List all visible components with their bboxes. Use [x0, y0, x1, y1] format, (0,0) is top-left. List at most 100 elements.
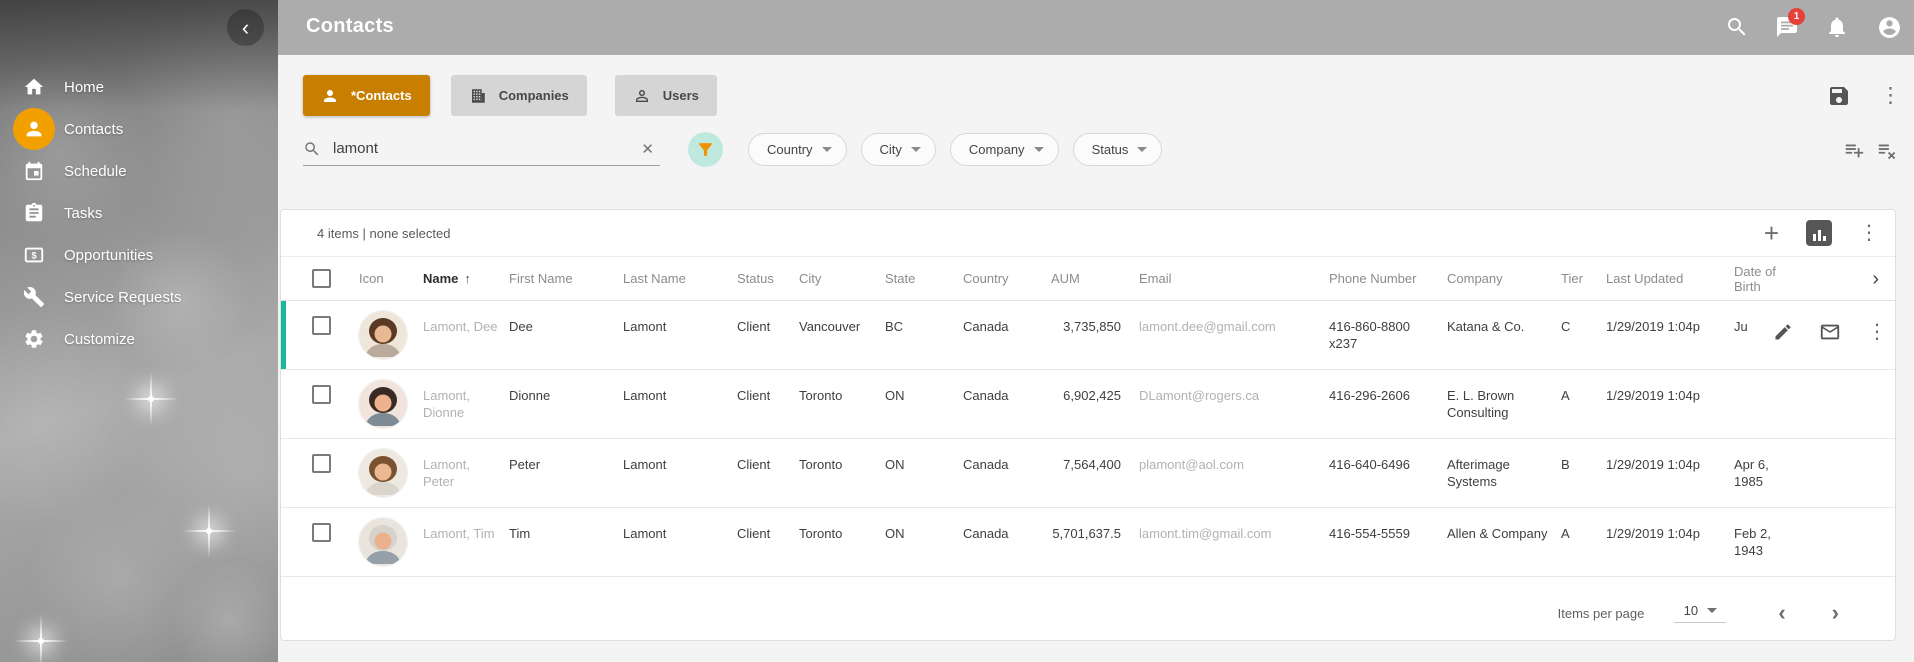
- cell-first-name: Peter: [509, 439, 623, 507]
- row-checkbox[interactable]: [312, 385, 331, 404]
- gear-icon: [22, 327, 46, 351]
- sidebar-item-customize[interactable]: Customize: [0, 318, 278, 360]
- column-header-tier[interactable]: Tier: [1561, 271, 1606, 286]
- chevron-down-icon: [822, 147, 832, 152]
- messages-icon[interactable]: 1: [1775, 15, 1799, 39]
- column-header-first-name[interactable]: First Name: [509, 271, 623, 286]
- column-header-name[interactable]: Name↑: [423, 271, 509, 286]
- chip-label: City: [880, 142, 902, 157]
- table-row[interactable]: Lamont, Tim Tim Lamont Client Toronto ON…: [281, 508, 1895, 577]
- filter-chip-company[interactable]: Company: [950, 133, 1059, 166]
- filter-chip-city[interactable]: City: [861, 133, 936, 166]
- account-icon[interactable]: [1877, 15, 1901, 39]
- sidebar-collapse-button[interactable]: ‹: [227, 9, 264, 46]
- column-header-country[interactable]: Country: [963, 271, 1051, 286]
- cell-status: Client: [737, 439, 799, 507]
- notifications-bell-icon[interactable]: [1825, 15, 1849, 39]
- column-header-icon[interactable]: Icon: [359, 271, 423, 286]
- column-header-last-name[interactable]: Last Name: [623, 271, 737, 286]
- next-page-button[interactable]: ›: [1832, 602, 1839, 624]
- svg-text:$: $: [31, 251, 36, 261]
- filter-chip-status[interactable]: Status: [1073, 133, 1163, 166]
- sidebar-item-tasks[interactable]: Tasks: [0, 192, 278, 234]
- cell-last-name: Lamont: [623, 439, 737, 507]
- chevron-left-icon: ‹: [242, 17, 249, 39]
- filter-chip-country[interactable]: Country: [748, 133, 847, 166]
- sidebar-item-label: Tasks: [64, 205, 102, 222]
- column-header-state[interactable]: State: [885, 271, 963, 286]
- table-kebab-menu-icon[interactable]: ⋮: [1859, 223, 1875, 243]
- email-envelope-icon[interactable]: [1819, 321, 1841, 343]
- filter-funnel-button[interactable]: [688, 132, 723, 167]
- chevron-down-icon: [1707, 608, 1717, 613]
- column-header-last-updated[interactable]: Last Updated: [1606, 271, 1734, 286]
- previous-page-button[interactable]: ‹: [1778, 602, 1785, 624]
- chip-label: Status: [1092, 142, 1129, 157]
- cell-city: Toronto: [799, 370, 885, 438]
- filter-chips: Country City Company Status: [748, 133, 1162, 166]
- table-header-row: Icon Name↑ First Name Last Name Status C…: [281, 257, 1895, 301]
- column-header-aum[interactable]: AUM: [1051, 271, 1139, 286]
- row-checkbox[interactable]: [312, 454, 331, 473]
- select-all-checkbox[interactable]: [312, 269, 331, 288]
- cell-company: Afterimage Systems: [1447, 439, 1561, 507]
- cell-country: Canada: [963, 439, 1051, 507]
- column-header-phone[interactable]: Phone Number: [1329, 271, 1447, 286]
- column-header-email[interactable]: Email: [1139, 271, 1329, 286]
- sidebar-item-contacts[interactable]: Contacts: [0, 108, 278, 150]
- add-contact-icon[interactable]: +: [1764, 220, 1779, 246]
- clear-search-icon[interactable]: ✕: [635, 140, 660, 158]
- sidebar-item-label: Opportunities: [64, 247, 153, 264]
- sidebar-item-label: Contacts: [64, 121, 123, 138]
- calendar-icon: [22, 159, 46, 183]
- cell-status: Client: [737, 370, 799, 438]
- cell-status: Client: [737, 508, 799, 576]
- table-row[interactable]: Lamont, Peter Peter Lamont Client Toront…: [281, 439, 1895, 508]
- tab-users[interactable]: Users: [615, 75, 717, 116]
- playlist-add-icon[interactable]: [1843, 139, 1865, 161]
- sidebar-item-service-requests[interactable]: Service Requests: [0, 276, 278, 318]
- playlist-remove-icon[interactable]: [1876, 139, 1898, 161]
- search-input[interactable]: [333, 140, 635, 157]
- cell-name: Lamont, Peter: [423, 439, 509, 507]
- sidebar-item-label: Customize: [64, 331, 135, 348]
- column-header-city[interactable]: City: [799, 271, 885, 286]
- search-icon[interactable]: [1725, 15, 1749, 39]
- cell-last-updated: 1/29/2019 1:04p: [1606, 301, 1734, 369]
- column-header-status[interactable]: Status: [737, 271, 799, 286]
- cell-first-name: Dionne: [509, 370, 623, 438]
- cell-city: Toronto: [799, 508, 885, 576]
- table-row[interactable]: Lamont, Dee Dee Lamont Client Vancouver …: [281, 301, 1895, 370]
- cell-first-name: Tim: [509, 508, 623, 576]
- cell-email: lamont.dee@gmail.com: [1139, 301, 1329, 369]
- tabs-kebab-menu-icon[interactable]: ⋮: [1880, 83, 1898, 108]
- row-checkbox[interactable]: [312, 523, 331, 542]
- tab-companies[interactable]: Companies: [451, 75, 587, 116]
- scroll-columns-right-icon[interactable]: ›: [1872, 269, 1895, 289]
- avatar: [359, 518, 407, 566]
- table-row[interactable]: Lamont, Dionne Dionne Lamont Client Toro…: [281, 370, 1895, 439]
- tab-contacts[interactable]: *Contacts: [303, 75, 430, 116]
- bar-chart-icon[interactable]: [1806, 220, 1832, 246]
- sidebar-item-home[interactable]: Home: [0, 66, 278, 108]
- funnel-icon: [696, 140, 715, 159]
- column-header-dob[interactable]: Date of Birth: [1734, 264, 1804, 294]
- sidebar-item-schedule[interactable]: Schedule: [0, 150, 278, 192]
- cell-city: Vancouver: [799, 301, 885, 369]
- view-tabs: *Contacts Companies Users: [303, 75, 717, 116]
- sidebar-item-opportunities[interactable]: $ Opportunities: [0, 234, 278, 276]
- cell-status: Client: [737, 301, 799, 369]
- row-checkbox[interactable]: [312, 316, 331, 335]
- chevron-down-icon: [1137, 147, 1147, 152]
- save-icon[interactable]: [1827, 84, 1851, 108]
- cell-name: Lamont, Dionne: [423, 370, 509, 438]
- cell-aum: 5,701,637.5: [1051, 508, 1139, 576]
- cell-dob: Apr 6, 1985: [1734, 439, 1804, 507]
- page-size-select[interactable]: 10: [1674, 603, 1726, 623]
- column-header-company[interactable]: Company: [1447, 271, 1561, 286]
- cell-email: plamont@aol.com: [1139, 439, 1329, 507]
- cell-last-updated: 1/29/2019 1:04p: [1606, 508, 1734, 576]
- cell-first-name: Dee: [509, 301, 623, 369]
- edit-pencil-icon[interactable]: [1773, 322, 1793, 342]
- row-kebab-menu-icon[interactable]: ⋮: [1867, 322, 1883, 342]
